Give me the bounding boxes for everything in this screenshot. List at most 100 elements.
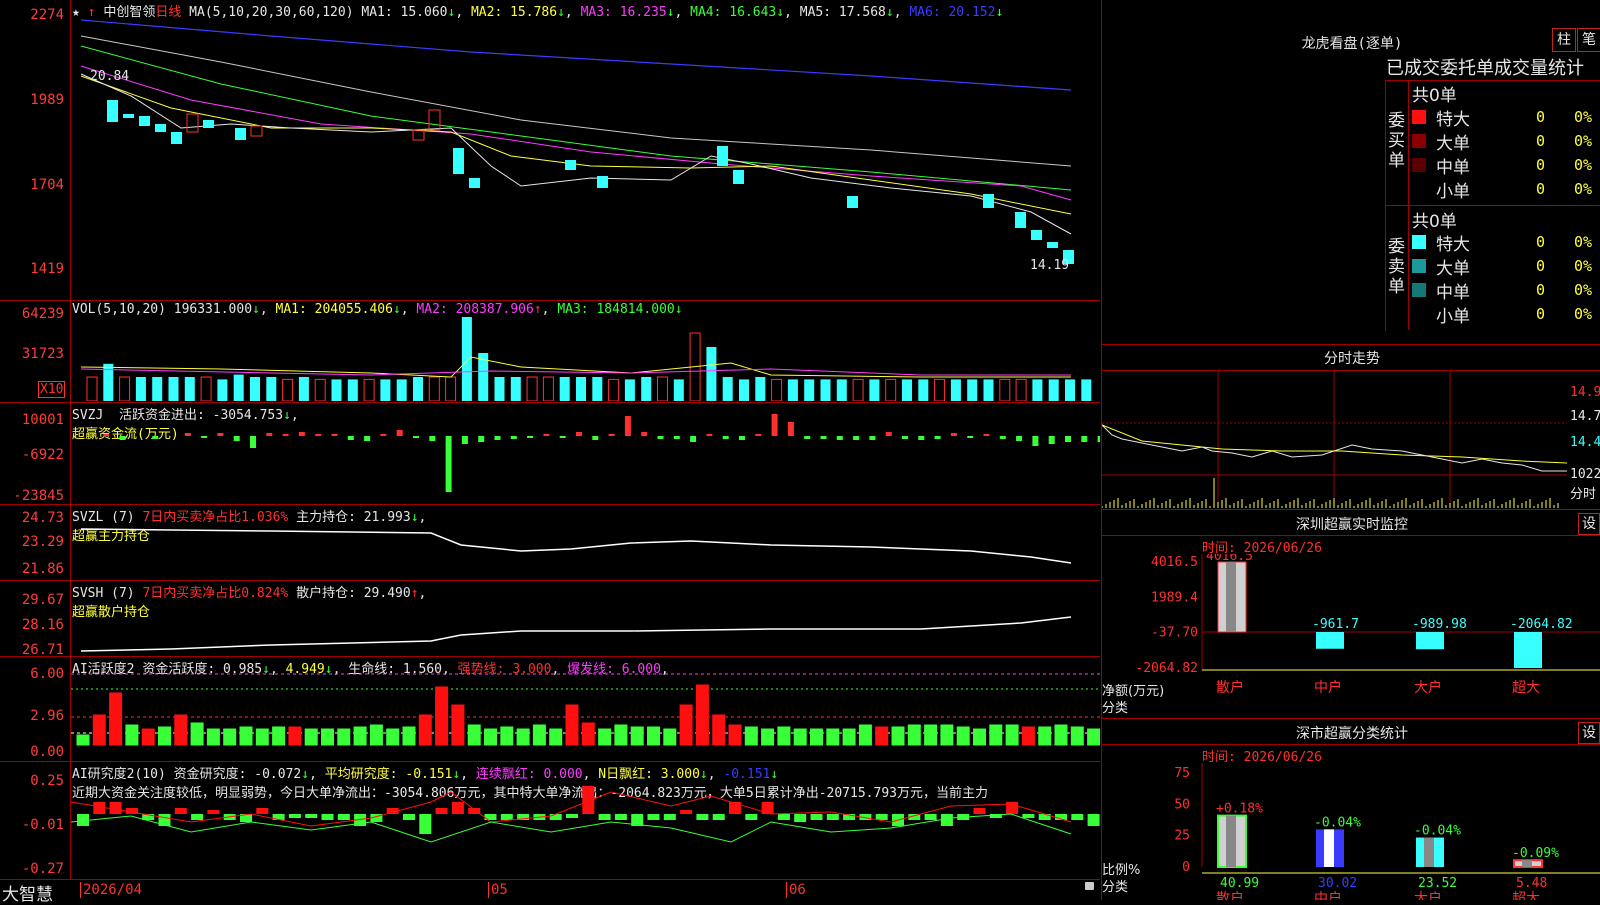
monitor-x-label: 分类 — [1102, 701, 1129, 716]
vol-ma-line — [80, 356, 1071, 378]
ai-activity-bar — [516, 728, 530, 746]
ai-activity-bar — [891, 726, 905, 746]
ai-activity-bar — [712, 714, 726, 746]
buy-row-pct: 0% — [1574, 180, 1593, 198]
ai-research-bars — [71, 786, 1100, 843]
volume-bar — [559, 377, 570, 401]
bar-mode-button[interactable]: 柱 — [1552, 28, 1576, 52]
volume-bar — [999, 378, 1011, 401]
classify-bar-shade — [1226, 815, 1236, 867]
candle — [428, 109, 441, 131]
ai-activity-bar — [158, 726, 171, 746]
svsh-pane[interactable]: 29.67 28.16 26.71 SVSH (7) 7日内买卖净占比0.824… — [0, 581, 1100, 657]
svzj-tick: 10001 — [21, 412, 64, 428]
ai-research-bar — [777, 814, 790, 820]
svsh-tick: 29.67 — [21, 592, 64, 608]
volume-bar — [869, 379, 880, 401]
lock-icon[interactable] — [1085, 882, 1094, 890]
sell-row-pct: 0% — [1574, 305, 1593, 323]
candle — [1031, 230, 1042, 240]
svsh-tick: 26.71 — [21, 642, 64, 658]
price-tick: 1419 — [30, 261, 64, 277]
volume-bar — [200, 376, 212, 401]
ai-activity-bar — [239, 726, 253, 746]
monitor-bar — [1316, 632, 1344, 649]
svzj-bar — [347, 436, 354, 440]
volume-bar — [526, 376, 538, 401]
classify-change-label: -0.04% — [1314, 815, 1361, 830]
vol-params: VOL(5,10,20) — [72, 302, 166, 317]
ai-activity-bar — [206, 728, 220, 746]
ai-research-pane[interactable]: 0.25 -0.01 -0.27 AI研究度2(10) 资金研究度: -0.07… — [0, 762, 1100, 880]
volume-bar — [461, 317, 472, 401]
classify-category: 散户 — [1216, 890, 1244, 900]
classify-settings-button[interactable]: 设 — [1578, 722, 1600, 744]
svzj-bar — [608, 434, 615, 436]
ai-activity-bar — [924, 724, 938, 746]
svzj-bar — [217, 433, 224, 436]
monitor-value-label: -961.7 — [1312, 617, 1359, 632]
ai-activity-bar — [663, 728, 677, 746]
monitor-settings-button[interactable]: 设 — [1578, 513, 1600, 535]
price-pane[interactable]: 2274 1989 1704 1419 ★ ↑ 中创智领日线 MA(5,10,2… — [0, 0, 1100, 301]
svzl-tick: 24.73 — [21, 510, 64, 526]
ai-research-bar — [191, 814, 204, 820]
svzj-bar — [119, 436, 126, 440]
candle — [186, 113, 199, 133]
classify-ratio-label: 30.02 — [1318, 876, 1357, 891]
ai-activity-pane[interactable]: 6.00 2.96 0.00 AI活跃度2 资金活跃度: 0.985↓, 4.9… — [0, 657, 1100, 762]
buy-row-pct: 0% — [1574, 108, 1593, 126]
high-price-label: 20.84 — [90, 69, 130, 84]
classify-change-label: -0.04% — [1414, 824, 1461, 839]
ai-activity-bar — [92, 714, 106, 746]
ai-activity-bar — [1054, 724, 1068, 746]
low-price-label: 14.19 — [1030, 258, 1070, 273]
svzj-bar — [1032, 436, 1039, 446]
vol-ma3-value: 184814.000 — [596, 302, 675, 317]
svzl-pane[interactable]: 24.73 23.29 21.86 SVZL (7) 7日内买卖净占比1.036… — [0, 505, 1100, 581]
ai-activity-bar — [826, 728, 840, 746]
svzj-pane[interactable]: 10001 -6922 -23845 SVZJ 活跃资金进出: -3054.75… — [0, 403, 1100, 505]
svzj-bar — [967, 436, 974, 438]
sell-color-swatch — [1412, 307, 1426, 321]
tick-mode-button[interactable]: 笔 — [1577, 28, 1600, 52]
candlestick-chart[interactable] — [71, 16, 1100, 299]
svzj-bar — [999, 436, 1006, 439]
candle — [250, 125, 263, 137]
svzj-bar — [298, 432, 305, 436]
volume-pane[interactable]: 64239 31723 X10 VOL(5,10,20) 196331.000↓… — [0, 301, 1100, 403]
monitor-chart: 4016.5 1989.4 -37.70 -2064.82 4016.5 散户 -961.7… — [1135, 554, 1600, 696]
ai-activity-bar — [761, 728, 775, 746]
ai-activity-bar — [679, 704, 693, 746]
svzj-bar — [461, 436, 468, 444]
ai-research-bar — [207, 810, 220, 814]
ma6-line — [80, 19, 1072, 91]
intraday-panel[interactable]: 分时走势 14.98 14.70 14.44 10223 分时 — [1102, 345, 1600, 510]
volume-bar — [298, 377, 309, 401]
buy-row-pct: 0% — [1574, 156, 1593, 174]
ai1-tick: 6.00 — [30, 666, 64, 682]
monitor-y-tick: -37.70 — [1151, 626, 1198, 641]
buy-row-count: 0 — [1536, 156, 1546, 174]
svzj-bar — [804, 436, 811, 439]
ai-research-bar — [451, 802, 464, 814]
ai-activity-bar — [174, 714, 188, 746]
ai-research-bar — [680, 810, 693, 814]
ai-research-bar — [794, 814, 807, 822]
volume-bar — [576, 377, 586, 401]
svzj-bar — [510, 436, 517, 439]
price-tick: 2274 — [30, 7, 64, 23]
svzj-bars — [103, 414, 1100, 492]
ai-activity-bar — [989, 724, 1003, 746]
monitor-value-label: -2064.82 — [1510, 617, 1573, 632]
volume-bar — [934, 378, 946, 401]
ai-activity-axis: 6.00 2.96 0.00 — [0, 657, 71, 761]
ai2-tick: 0.25 — [30, 773, 64, 789]
ai-activity-bars — [71, 673, 1100, 746]
sell-row-count: 0 — [1536, 233, 1546, 251]
volume-bar — [1048, 379, 1059, 401]
ai-research-bar — [924, 814, 937, 820]
svzj-bar — [152, 436, 159, 439]
ma2-line — [80, 75, 1072, 215]
classify-category: 中户 — [1314, 890, 1342, 900]
